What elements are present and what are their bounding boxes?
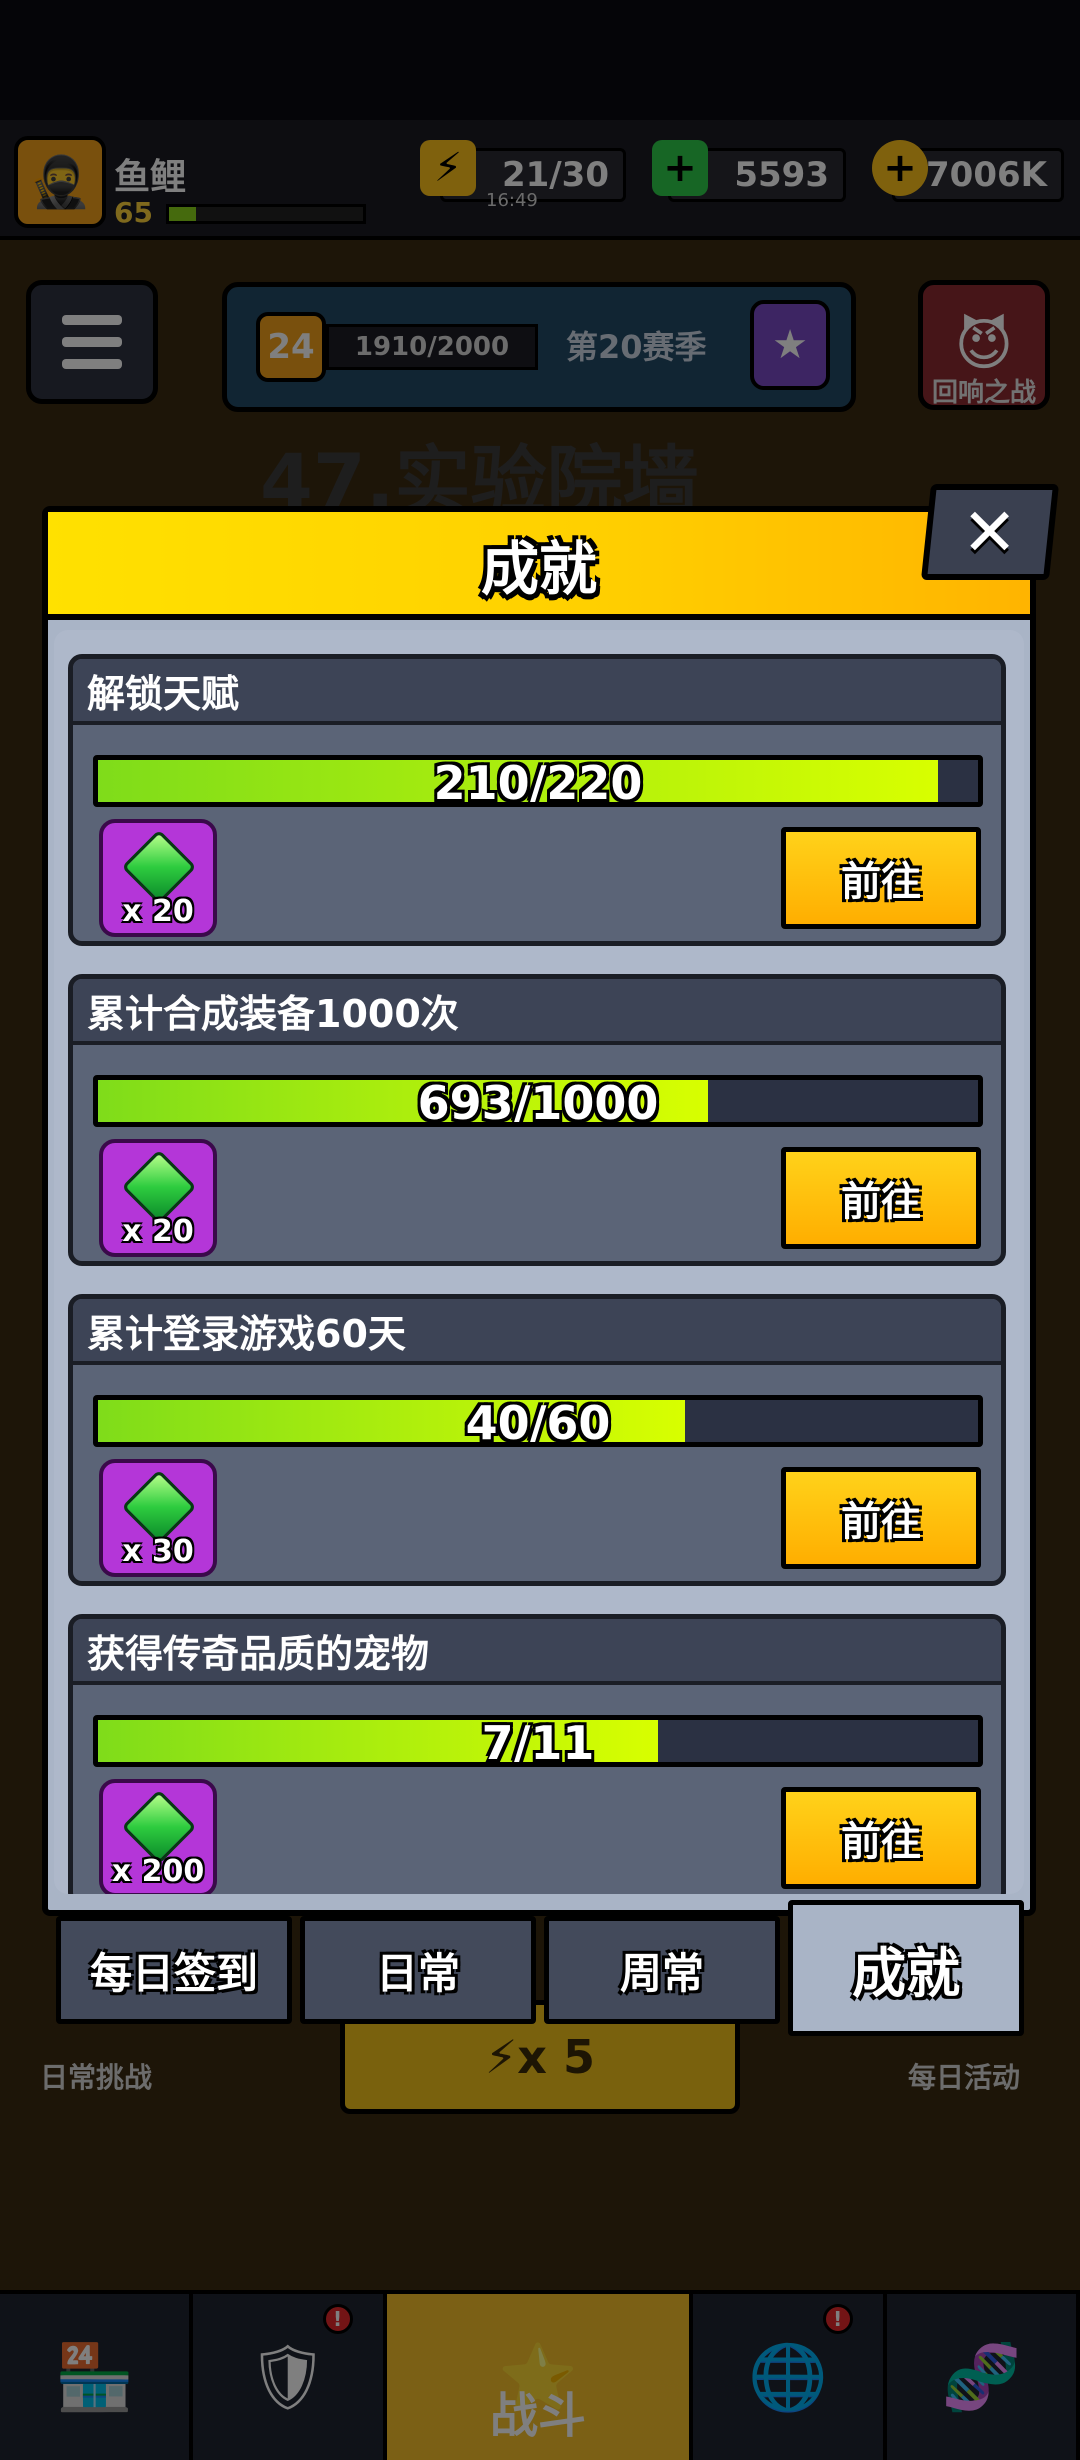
achievement-card: 获得传奇品质的宠物 7/11 x 200 前往	[68, 1614, 1006, 1894]
go-button[interactable]: 前往	[781, 827, 981, 929]
achievement-card: 累计合成装备1000次 693/1000 x 20 前往	[68, 974, 1006, 1266]
achievement-progress-bar: 693/1000	[93, 1075, 983, 1127]
achievement-card: 解锁天赋 210/220 x 20 前往	[68, 654, 1006, 946]
achievement-progress-text: 40/60	[465, 1396, 611, 1447]
reward-gem: x 200	[99, 1779, 217, 1894]
go-button[interactable]: 前往	[781, 1147, 981, 1249]
tab-daily-sign-in[interactable]: 每日签到	[56, 1916, 292, 2024]
achievement-title: 累计合成装备1000次	[73, 979, 1001, 1045]
achievement-progress-bar: 7/11	[93, 1715, 983, 1767]
modal-title: 成就	[480, 535, 597, 603]
reward-quantity: x 20	[122, 894, 194, 929]
reward-quantity: x 20	[122, 1214, 194, 1249]
achievement-card: 累计登录游戏60天 40/60 x 30 前往	[68, 1294, 1006, 1586]
reward-gem: x 30	[99, 1459, 217, 1577]
close-icon: ✕	[962, 493, 1018, 571]
achievement-progress-text: 210/220	[433, 756, 643, 807]
reward-gem: x 20	[99, 1139, 217, 1257]
tab-daily[interactable]: 日常	[300, 1916, 536, 2024]
go-button[interactable]: 前往	[781, 1787, 981, 1889]
achievement-progress-bar: 40/60	[93, 1395, 983, 1447]
achievement-progress-bar: 210/220	[93, 755, 983, 807]
tab-weekly[interactable]: 周常	[544, 1916, 780, 2024]
achievement-title: 获得传奇品质的宠物	[73, 1619, 1001, 1685]
achievement-progress-text: 7/11	[481, 1716, 595, 1767]
achievement-list[interactable]: 解锁天赋 210/220 x 20 前往 累计合成装备1000次 693/100…	[54, 630, 1024, 1894]
reward-quantity: x 30	[122, 1534, 194, 1569]
achievement-progress-text: 693/1000	[417, 1076, 659, 1127]
reward-quantity: x 200	[111, 1854, 205, 1889]
reward-gem: x 20	[99, 819, 217, 937]
go-button[interactable]: 前往	[781, 1467, 981, 1569]
tab-achievements[interactable]: 成就	[788, 1900, 1024, 2036]
achievement-title: 解锁天赋	[73, 659, 1001, 725]
close-button[interactable]: ✕	[920, 484, 1060, 580]
achievement-title: 累计登录游戏60天	[73, 1299, 1001, 1365]
